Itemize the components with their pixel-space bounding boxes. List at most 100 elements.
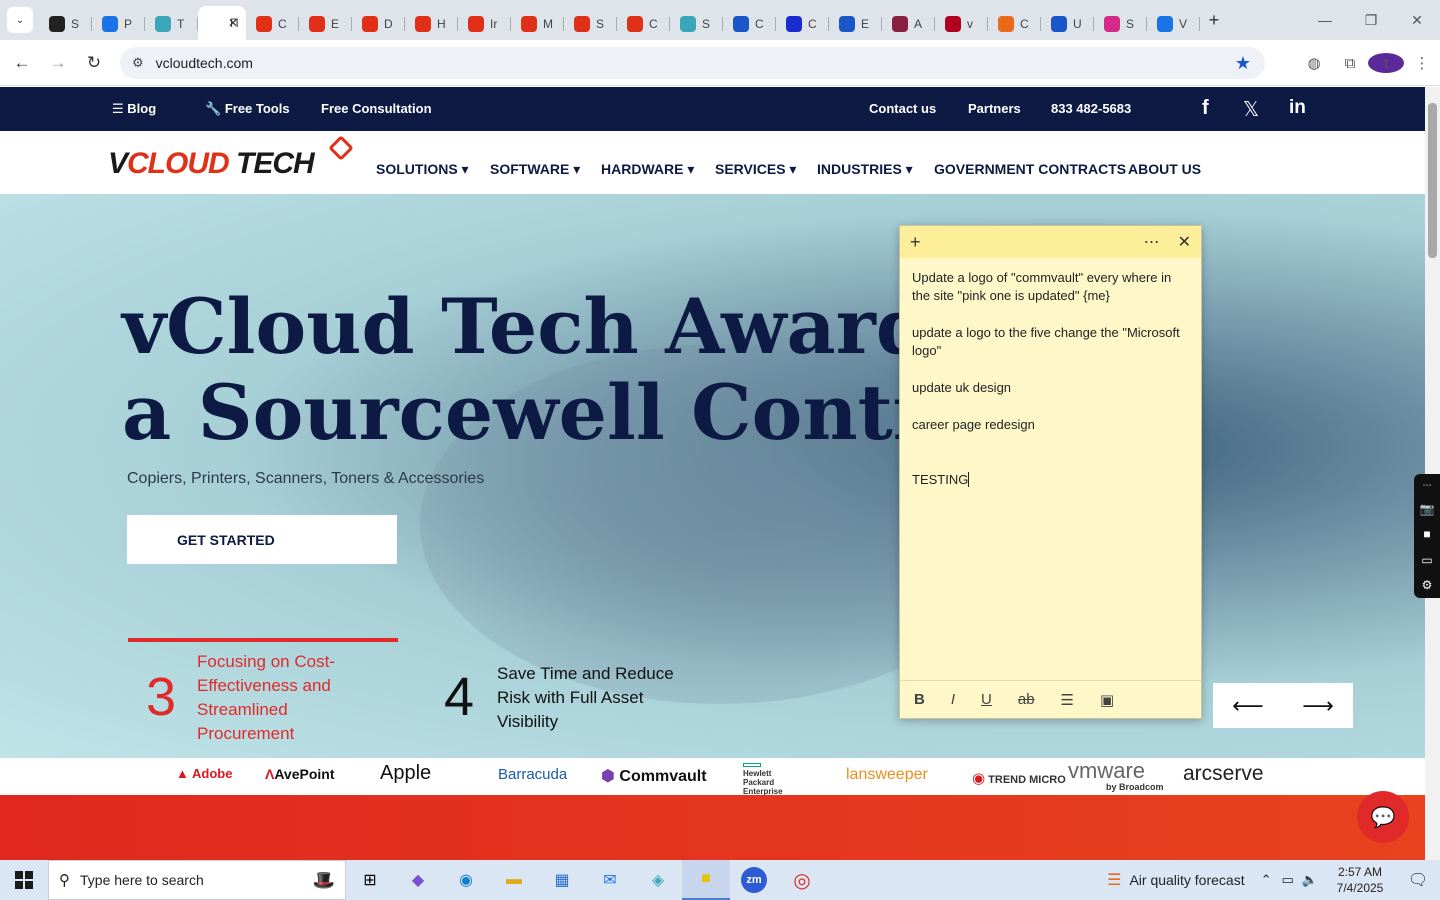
- bullet-list-icon[interactable]: ☰: [1061, 691, 1074, 709]
- browser-tab[interactable]: S: [564, 8, 617, 40]
- browser-tab[interactable]: E: [299, 8, 352, 40]
- site-settings-icon[interactable]: ⚙: [132, 55, 144, 71]
- brand-logo-lansweeper[interactable]: lansweeper: [846, 766, 928, 784]
- x-twitter-icon[interactable]: 𝕏: [1243, 97, 1259, 122]
- close-window-icon[interactable]: ✕: [1394, 0, 1440, 40]
- browser-tab[interactable]: C: [617, 8, 670, 40]
- sticky-notes-icon[interactable]: ■: [682, 860, 730, 900]
- omnibox[interactable]: ⚙ vcloudtech.com ★: [120, 47, 1265, 79]
- browser-tab[interactable]: S: [1094, 8, 1147, 40]
- underline-icon[interactable]: U: [981, 691, 992, 708]
- weather-icon[interactable]: ☰: [1107, 870, 1121, 890]
- menu-solutions[interactable]: SOLUTIONS ▾: [376, 161, 469, 178]
- forward-icon[interactable]: →: [40, 53, 76, 73]
- add-note-icon[interactable]: +: [910, 232, 921, 253]
- partners-link[interactable]: Partners: [968, 101, 1021, 116]
- store-icon[interactable]: ▦: [538, 860, 586, 900]
- browser-tab[interactable]: S: [670, 8, 723, 40]
- browser-tab[interactable]: V: [1147, 8, 1200, 40]
- sticky-note-editor[interactable]: Update a logo of "commvault" every where…: [900, 258, 1201, 519]
- brand-logo-vmware[interactable]: vmware by Broadcom: [1068, 758, 1164, 792]
- strikethrough-icon[interactable]: ab: [1018, 691, 1035, 708]
- menu-government-contracts[interactable]: GOVERNMENT CONTRACTS: [934, 161, 1126, 177]
- phone-link[interactable]: 833 482-5683: [1051, 101, 1131, 116]
- file-explorer-icon[interactable]: ▬: [490, 860, 538, 900]
- free-tools-link[interactable]: 🔧 Free Tools: [205, 101, 290, 117]
- facebook-icon[interactable]: f: [1202, 97, 1209, 120]
- chat-icon[interactable]: 💬: [1357, 791, 1409, 843]
- image-icon[interactable]: ▣: [1100, 691, 1114, 709]
- back-icon[interactable]: ←: [4, 53, 40, 73]
- tab-search-button[interactable]: ⌄: [7, 7, 33, 33]
- browser-tab[interactable]: C: [723, 8, 776, 40]
- menu-industries[interactable]: INDUSTRIES ▾: [817, 161, 913, 178]
- menu-software[interactable]: SOFTWARE ▾: [490, 161, 580, 178]
- menu-hardware[interactable]: HARDWARE ▾: [601, 161, 694, 178]
- next-arrow-icon[interactable]: ⟶: [1302, 693, 1334, 719]
- browser-tab[interactable]: U: [1041, 8, 1094, 40]
- bookmark-star-icon[interactable]: ★: [1235, 53, 1251, 74]
- weather-text[interactable]: Air quality forecast: [1129, 872, 1244, 888]
- brand-logo-avepoint[interactable]: ΛAvePoint: [265, 766, 335, 782]
- restore-icon[interactable]: ❐: [1348, 0, 1394, 40]
- bold-icon[interactable]: B: [914, 691, 925, 708]
- zoom-icon[interactable]: zm: [730, 860, 778, 900]
- brand-logo-trend-micro[interactable]: ◉ TREND MICRO: [972, 769, 1066, 787]
- browser-tab[interactable]: T: [145, 8, 198, 40]
- reload-icon[interactable]: ↻: [76, 53, 112, 73]
- feature-text[interactable]: Focusing on Cost- Effectiveness and Stre…: [197, 650, 335, 746]
- minimize-icon[interactable]: —: [1302, 0, 1348, 40]
- more-options-icon[interactable]: ⋯: [1144, 232, 1160, 252]
- browser-tab[interactable]: П ✕: [198, 6, 246, 40]
- brand-logo-arcserve[interactable]: arcserve: [1183, 762, 1264, 786]
- free-consultation-link[interactable]: Free Consultation: [321, 101, 432, 116]
- chrome-icon[interactable]: ◎: [778, 860, 826, 900]
- video-icon[interactable]: ■: [1423, 527, 1430, 541]
- feature-number[interactable]: 4: [444, 666, 474, 728]
- menu-about-us[interactable]: ABOUT US: [1128, 161, 1201, 177]
- feature-number[interactable]: 3: [146, 666, 176, 728]
- contact-link[interactable]: Contact us: [869, 101, 936, 116]
- menu-kebab-icon[interactable]: ⋮: [1404, 54, 1440, 72]
- new-tab-button[interactable]: +: [1200, 10, 1228, 31]
- browser-tab[interactable]: v: [935, 8, 988, 40]
- close-tab-icon[interactable]: ✕: [228, 16, 238, 30]
- network-icon[interactable]: ▭: [1282, 872, 1294, 888]
- get-started-button[interactable]: GET STARTED: [127, 515, 397, 564]
- clock[interactable]: 2:57 AM 7/4/2025: [1324, 864, 1396, 896]
- settings-gear-icon[interactable]: ⚙: [1422, 578, 1433, 592]
- edge-icon[interactable]: ◉: [442, 860, 490, 900]
- url-text[interactable]: vcloudtech.com: [156, 55, 253, 71]
- translate-icon[interactable]: ◍: [1296, 54, 1332, 72]
- volume-icon[interactable]: 🔈: [1302, 872, 1318, 888]
- brand-logo-barracuda[interactable]: Barracuda: [498, 766, 567, 783]
- profile-avatar[interactable]: t: [1368, 53, 1404, 73]
- browser-tab[interactable]: M: [511, 8, 564, 40]
- brand-logo-commvault[interactable]: ⬢ Commvault: [601, 766, 707, 786]
- camera-icon[interactable]: 📷: [1420, 502, 1435, 516]
- browser-tab[interactable]: C: [246, 8, 299, 40]
- notification-icon[interactable]: 🗨: [1396, 870, 1440, 890]
- app-icon[interactable]: ◈: [634, 860, 682, 900]
- window-icon[interactable]: ▭: [1421, 553, 1432, 567]
- mail-icon[interactable]: ✉: [586, 860, 634, 900]
- feature-text[interactable]: Save Time and Reduce Risk with Full Asse…: [497, 662, 674, 734]
- browser-tab[interactable]: P: [92, 8, 145, 40]
- browser-tab[interactable]: E: [829, 8, 882, 40]
- brand-logo-hpe[interactable]: Hewlett Packard Enterprise: [743, 763, 803, 796]
- italic-icon[interactable]: I: [951, 691, 955, 708]
- task-view-icon[interactable]: ⊞: [346, 860, 394, 900]
- browser-tab[interactable]: D: [352, 8, 405, 40]
- vcloud-tech-logo[interactable]: VCLOUD TECH: [108, 147, 315, 181]
- browser-tab[interactable]: C: [776, 8, 829, 40]
- copilot-icon[interactable]: ◆: [394, 860, 442, 900]
- blog-link[interactable]: ☰ Blog: [112, 101, 156, 117]
- close-note-icon[interactable]: ✕: [1178, 232, 1191, 252]
- browser-tab[interactable]: Ir: [458, 8, 511, 40]
- windows-start-icon[interactable]: [0, 860, 48, 900]
- chevron-up-icon[interactable]: ⌃: [1261, 872, 1272, 888]
- browser-tab[interactable]: C: [988, 8, 1041, 40]
- taskbar-search-box[interactable]: ⚲ Type here to search 🎩: [48, 860, 346, 900]
- scrollbar-thumb[interactable]: [1428, 103, 1437, 258]
- brand-logo-apple[interactable]: Apple: [380, 762, 431, 785]
